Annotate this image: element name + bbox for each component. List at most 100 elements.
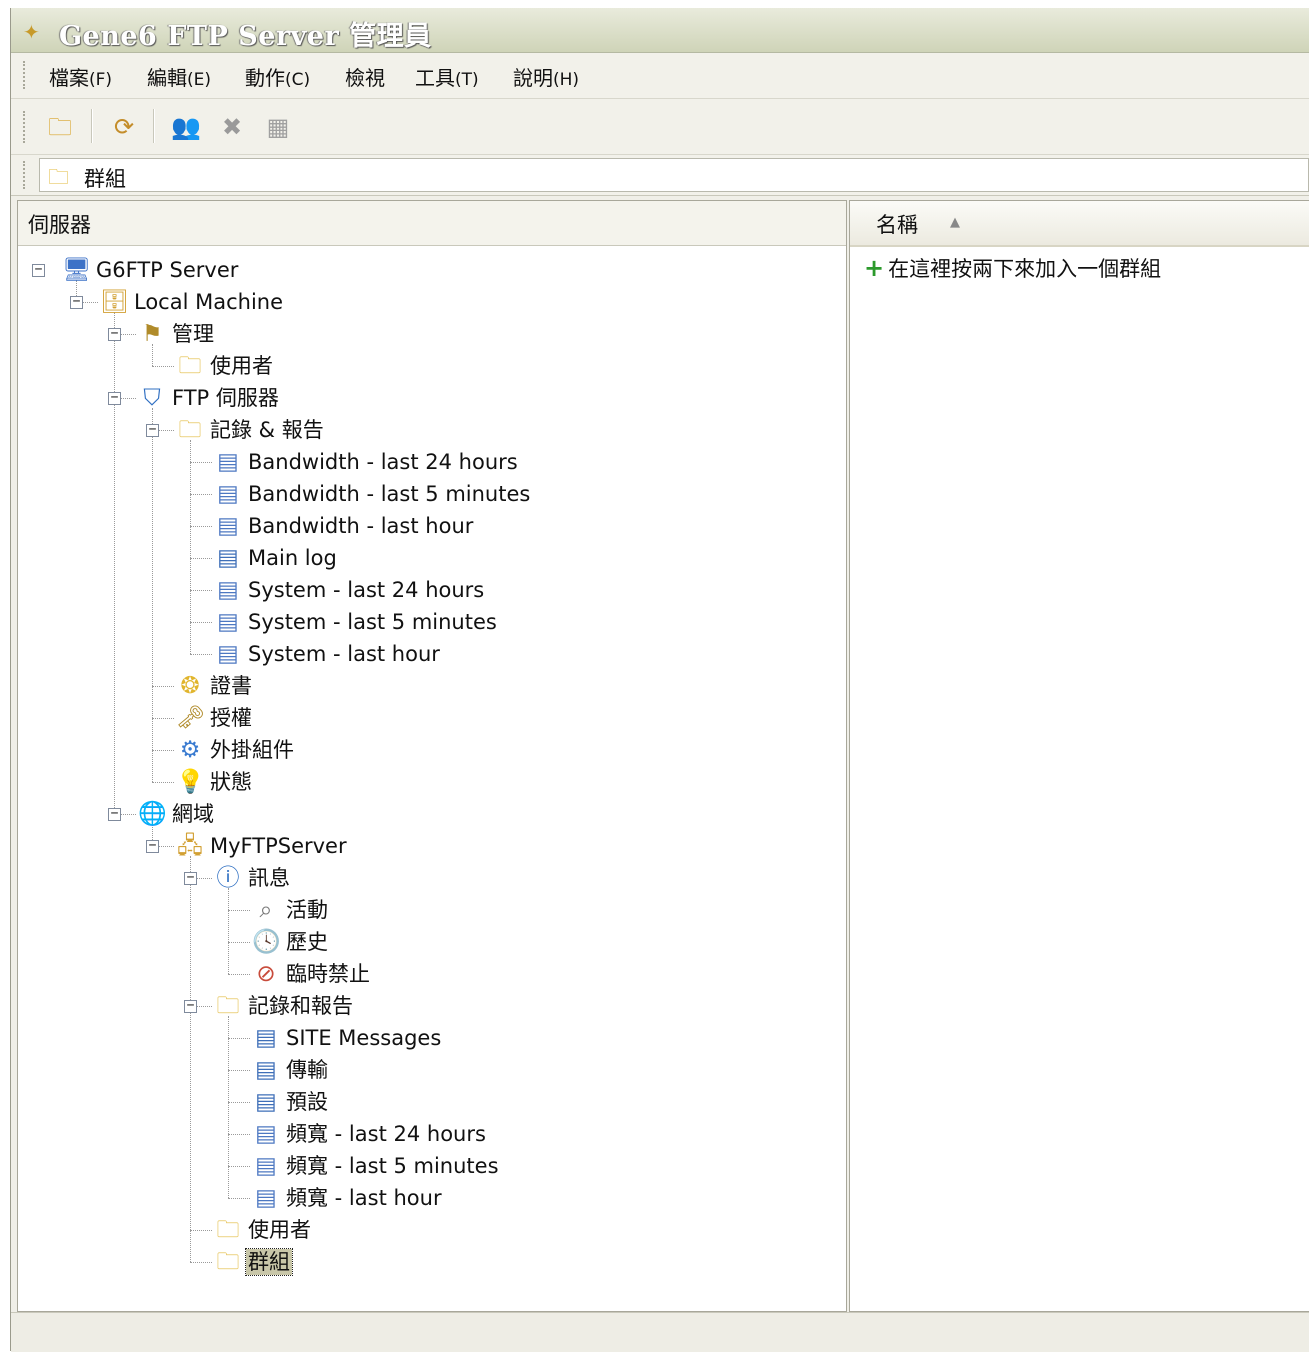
folder-icon: 🗀 [216,1217,240,1243]
server-tree-pane: 伺服器 − 🖥 G6FTP Server − 🗄 Local Machine − ⚑ 管理 🗀 使用… [17,200,847,1312]
chart-doc-icon: ▤ [255,1121,277,1147]
search-icon: ⌕ [259,897,273,923]
tree-connector [190,1230,212,1231]
collapse-toggle[interactable]: − [184,871,197,885]
certificate-icon: ❂ [180,673,200,699]
menu-view[interactable]: 檢視 [345,62,385,91]
tree-connector [228,942,250,943]
tree-node-label: 授權 [210,706,252,730]
server-icon: 🖥 [62,257,92,283]
tree-connector [228,1198,250,1199]
tree-connector [190,526,212,527]
tree-node-label: 訊息 [248,866,290,890]
plus-icon: + [864,254,885,282]
tree-connector [190,462,212,463]
chart-doc-icon: ▤ [255,1153,277,1179]
shield-icon: ⛉ [143,385,161,411]
collapse-toggle[interactable]: − [108,391,121,405]
toolbar-grip[interactable] [23,111,28,143]
tree-connector [228,910,250,911]
machine-icon: 🗄 [100,289,130,315]
tree-connector [152,366,174,367]
open-folder-icon[interactable]: 🗀 [43,111,77,143]
tree-connector [190,494,212,495]
collapse-toggle[interactable]: − [184,999,197,1013]
chart-doc-icon: ▤ [217,449,239,475]
collapse-toggle[interactable]: − [146,839,159,853]
info-icon: ⓘ [216,865,240,891]
menu-bar: 檔案(F) 編輯(E) 動作(C) 檢視 工具(T) 說明(H) [11,53,1309,99]
folder-icon: 🗀 [48,165,69,189]
collapse-toggle[interactable]: − [70,295,83,309]
toolbar-separator [91,109,93,143]
tree-connector [228,1038,250,1039]
menubar-grip[interactable] [23,61,28,89]
app-window: ✦ Gene6 FTP Server 管理員 檔案(F) 編輯(E) 動作(C)… [10,8,1309,1352]
tree-connector [228,1102,250,1103]
bulb-icon: 💡 [176,769,205,795]
tree-connector [228,1134,250,1135]
tree-node-label: 證書 [210,674,252,698]
menu-action[interactable]: 動作(C) [245,62,310,91]
chart-doc-icon: ▤ [217,577,239,603]
tree-connector [190,622,212,623]
server-tree: − 🖥 G6FTP Server − 🗄 Local Machine − ⚑ 管理 🗀 使用者 − ⛉ F… [18,201,846,1311]
menu-edit[interactable]: 編輯(E) [147,62,211,91]
column-header-name[interactable]: 名稱 ▲ [850,201,1309,247]
license-icon: 🗝 [176,705,206,731]
tree-node-label: 活動 [286,898,328,922]
collapse-toggle[interactable]: − [108,807,121,821]
addressbar-grip[interactable] [23,161,28,189]
address-box[interactable]: 🗀 群組 [39,158,1309,192]
sort-ascending-icon: ▲ [950,215,960,230]
address-bar: 🗀 群組 [11,155,1309,196]
add-group-row[interactable]: + 在這裡按兩下來加入一個群組 [864,253,1161,283]
tree-node-label: 網域 [172,802,214,826]
doc-icon: ▤ [255,1089,277,1115]
tree-connector [190,654,212,655]
column-header-label: 名稱 [876,213,918,237]
groups-list-pane: 名稱 ▲ + 在這裡按兩下來加入一個群組 [849,200,1309,1312]
tree-connector [152,718,174,719]
tree-node-label: 記錄 & 報告 [210,418,324,442]
menu-tools[interactable]: 工具(T) [415,62,479,91]
plugin-icon: ⚙ [179,737,201,763]
tree-node-label: G6FTP Server [96,258,239,282]
tree-node-label: System - last 24 hours [248,578,485,602]
tree-connector [152,750,174,751]
refresh-icon[interactable]: ⟳ [107,111,141,143]
tree-connector [190,590,212,591]
tree-connector [228,1166,250,1167]
properties-icon[interactable]: ▦ [261,111,295,143]
admin-icon: ⚑ [141,321,163,347]
chart-doc-icon: ▤ [217,609,239,635]
toolbar-separator [153,109,155,143]
window-title: Gene6 FTP Server 管理員 [59,21,432,52]
collapse-toggle[interactable]: − [32,263,45,277]
tree-node-label: MyFTPServer [210,834,347,858]
folder-icon: 🗀 [216,993,240,1019]
title-bar[interactable]: ✦ Gene6 FTP Server 管理員 [11,8,1309,53]
tree-connector [228,974,250,975]
collapse-toggle[interactable]: − [108,327,121,341]
tree-node-label: System - last hour [248,642,440,666]
tree-connector [228,1070,250,1071]
users-icon[interactable]: 👥 [169,111,203,143]
doc-icon: ▤ [217,545,239,571]
tree-connector [228,888,229,974]
tree-node-label: 使用者 [210,354,273,378]
menu-file[interactable]: 檔案(F) [49,62,112,91]
ban-icon: ⊘ [256,961,276,987]
tree-node-label: 外掛組件 [210,738,294,762]
tree-node-label: SITE Messages [286,1026,442,1050]
tree-connector [114,312,115,814]
tree-node-label: 狀態 [210,770,252,794]
delete-icon[interactable]: ✖ [215,111,249,143]
menu-help[interactable]: 說明(H) [513,62,579,91]
address-text: 群組 [84,167,126,191]
tree-node-label: Bandwidth - last 5 minutes [248,482,531,506]
tree-node-label: Main log [248,546,337,570]
tree-connector [152,686,174,687]
collapse-toggle[interactable]: − [146,423,159,437]
tree-node-label: 管理 [172,322,214,346]
